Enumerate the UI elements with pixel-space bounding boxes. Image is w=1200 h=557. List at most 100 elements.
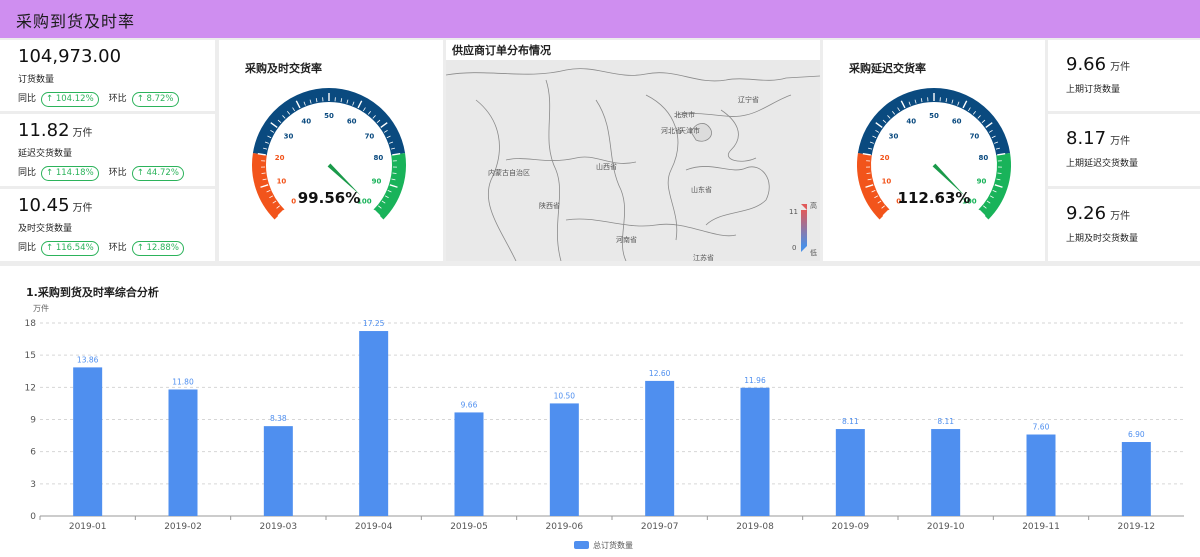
kpi-value: 10.45 万件 — [18, 195, 93, 216]
kpi-value: 9.66 万件 — [1066, 54, 1131, 75]
bar[interactable] — [645, 380, 675, 516]
y-tick-label: 15 — [25, 351, 36, 361]
gauge-tick-label: 20 — [880, 154, 890, 162]
bar-value-label: 12.60 — [649, 369, 671, 378]
bar[interactable] — [931, 429, 961, 516]
y-axis-unit: 万件 — [33, 303, 49, 313]
ontime-rate-gauge-card: 采购及时交货率 0 10 20 30 40 50 60 70 80 90 100 99.56% — [219, 40, 443, 261]
x-tick-label: 2019-09 — [832, 522, 870, 532]
yoy-label: 同比 — [18, 94, 37, 104]
bar-value-label: 8.38 — [270, 414, 287, 423]
map-title: 供应商订单分布情况 — [452, 44, 551, 57]
kpi-order-quantity: 104,973.00 订货数量 同比 ↑ 104.12% 环比 ↑ 8.72% — [0, 40, 215, 111]
map-legend-high-label: 高 — [810, 201, 817, 210]
bar[interactable] — [168, 389, 198, 516]
x-tick-label: 2019-10 — [927, 522, 965, 532]
gauge-value: 99.56% — [298, 189, 360, 207]
legend-swatch[interactable] — [574, 541, 589, 549]
gauge-tick-label: 30 — [889, 133, 899, 141]
bar[interactable] — [73, 367, 103, 516]
y-tick-label: 0 — [30, 512, 36, 522]
bar[interactable] — [549, 403, 579, 516]
bar-value-label: 17.25 — [363, 319, 385, 328]
x-tick-label: 2019-08 — [736, 522, 774, 532]
gauge-tick-label: 50 — [929, 112, 939, 120]
bar[interactable] — [1121, 442, 1151, 516]
gauge-tick-label: 70 — [970, 133, 980, 141]
kpi-label: 上期延迟交货数量 — [1066, 159, 1139, 169]
bar[interactable] — [454, 412, 484, 516]
map-label-beijing: 北京市 — [674, 110, 695, 119]
kpi-label: 及时交货数量 — [18, 224, 73, 234]
kpi-unit: 万件 — [72, 203, 93, 214]
bar-value-label: 7.60 — [1033, 423, 1050, 432]
map-label-liaoning: 辽宁省 — [738, 95, 759, 104]
gauge-tick-label: 90 — [372, 177, 382, 185]
bar[interactable] — [1026, 434, 1056, 516]
x-tick-label: 2019-11 — [1022, 522, 1060, 532]
kpi-value: 104,973.00 — [18, 46, 122, 67]
bar[interactable] — [263, 426, 293, 516]
bar-value-label: 11.96 — [744, 376, 766, 385]
yoy-label: 同比 — [18, 243, 37, 253]
kpi-unit: 万件 — [1110, 62, 1131, 73]
kpi-value: 11.82 万件 — [18, 120, 93, 141]
kpi-delayed-quantity: 11.82 万件 延迟交货数量 同比 ↑ 114.18% 环比 ↑ 44.72% — [0, 114, 215, 186]
mom-label: 环比 — [108, 243, 127, 253]
map-label-shaanxi: 陕西省 — [539, 201, 560, 210]
analysis-chart-card: 1.采购到货及时率综合分析 万件 0 3 6 9 12 15 18 13.86 2019-01 11… — [0, 266, 1200, 557]
map-label-shanxi: 山西省 — [596, 162, 617, 171]
gauge-tick — [866, 172, 871, 174]
gauge-tick-label: 60 — [952, 117, 962, 125]
map-label-tianjin: 天津市 — [679, 126, 700, 135]
legend-label[interactable]: 总订货数量 — [593, 540, 633, 550]
yoy-badge: ↑ 116.54% — [41, 241, 99, 256]
gauge-tick-label: 30 — [284, 133, 294, 141]
gauge-tick — [997, 172, 1002, 174]
bar-chart: 万件 0 3 6 9 12 15 18 13.86 2019-01 11.80 2019-02 8.38… — [25, 303, 1184, 550]
mom-label: 环比 — [108, 168, 127, 178]
y-tick-label: 18 — [25, 319, 37, 329]
bar-value-label: 6.90 — [1128, 430, 1145, 439]
previous-ontime-quantity: 9.26 万件 上期及时交货数量 — [1048, 189, 1200, 261]
x-tick-label: 2019-04 — [355, 522, 393, 532]
map-legend-gradient[interactable] — [801, 210, 807, 246]
kpi-label: 上期订货数量 — [1066, 85, 1121, 95]
kpi-label: 订货数量 — [18, 75, 55, 85]
x-tick-label: 2019-01 — [69, 522, 107, 532]
map-legend-low-label: 低 — [810, 248, 817, 257]
gauge-band-1 — [252, 88, 406, 156]
gauge-tick-label: 80 — [979, 154, 989, 162]
bar-value-label: 10.50 — [554, 391, 576, 400]
previous-order-quantity: 9.66 万件 上期订货数量 — [1048, 40, 1200, 111]
bar-value-label: 9.66 — [461, 400, 478, 409]
gauge-tick-label: 40 — [301, 117, 311, 125]
bar[interactable] — [359, 331, 389, 516]
x-tick-label: 2019-03 — [260, 522, 298, 532]
kpi-label: 上期及时交货数量 — [1066, 234, 1139, 244]
kpi-unit: 万件 — [72, 128, 93, 139]
gauge-tick-label: 10 — [277, 177, 287, 185]
map-label-inner-mongolia: 内蒙古自治区 — [488, 168, 530, 177]
kpi-label: 延迟交货数量 — [18, 149, 73, 159]
bar-value-label: 11.80 — [172, 377, 194, 386]
mom-label: 环比 — [108, 94, 127, 104]
china-map[interactable]: 辽宁省 北京市 天津市 河北省 内蒙古自治区 山西省 山东省 陕西省 河南省 江… — [446, 40, 820, 261]
gauge-tick-label: 50 — [324, 112, 334, 120]
y-tick-label: 6 — [30, 448, 36, 458]
x-tick-label: 2019-07 — [641, 522, 679, 532]
kpi-value: 8.17 万件 — [1066, 128, 1131, 149]
bar[interactable] — [835, 429, 865, 516]
header-bar: 采购到货及时率 — [0, 0, 1200, 38]
mom-badge: ↑ 8.72% — [131, 92, 179, 107]
yoy-badge: ↑ 114.18% — [41, 166, 99, 181]
kpi-unit: 万件 — [1110, 211, 1131, 222]
bar[interactable] — [740, 387, 770, 516]
bar-value-label: 13.86 — [77, 355, 99, 364]
gauge-tick-label: 0 — [291, 197, 296, 205]
gauge-dial: 0102030405060708090100112.63% — [857, 88, 1011, 220]
gauge-band-2 — [978, 152, 1011, 220]
previous-delayed-quantity: 8.17 万件 上期延迟交货数量 — [1048, 114, 1200, 186]
gauge-tick — [392, 172, 397, 174]
mom-badge: ↑ 44.72% — [131, 166, 184, 181]
